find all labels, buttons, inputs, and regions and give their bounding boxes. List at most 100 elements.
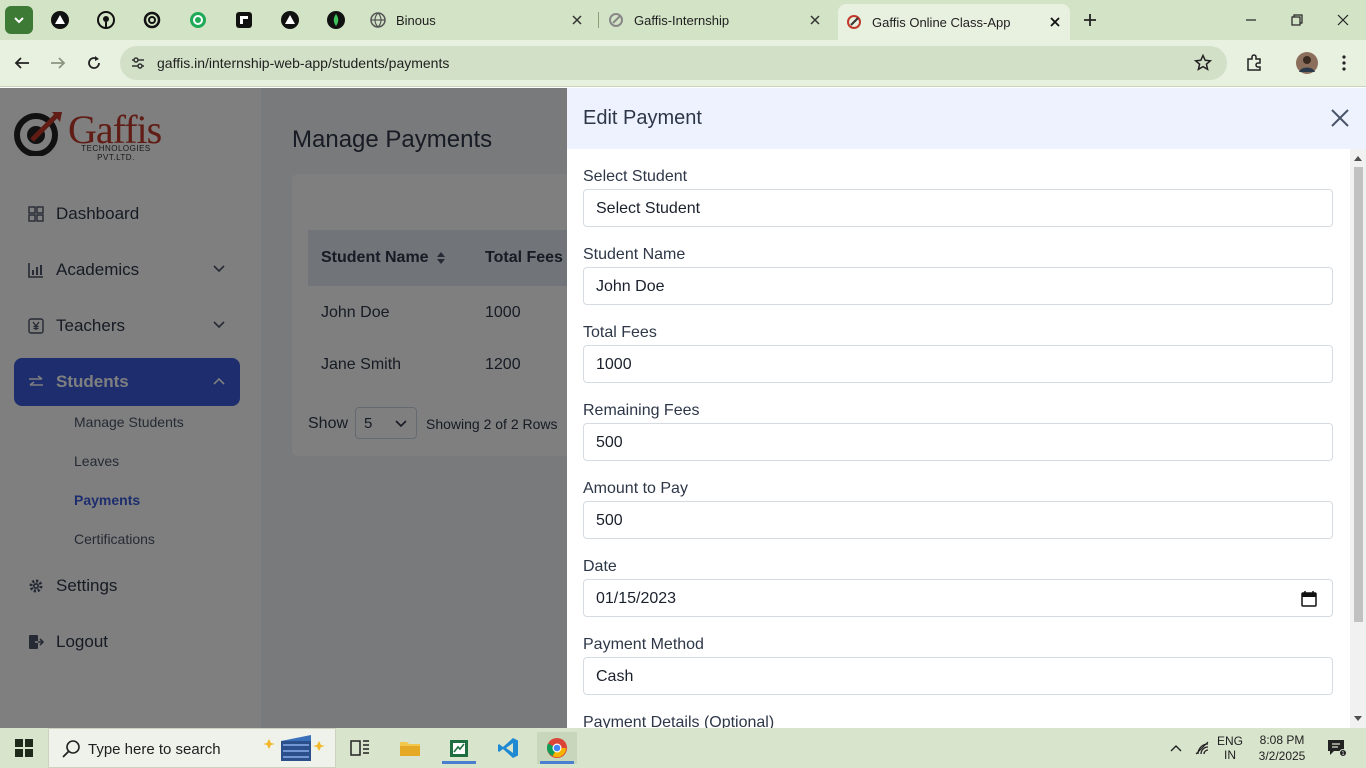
reload-icon [88,56,100,69]
pinned-tab-1[interactable] [48,8,72,32]
chart-app-icon [450,740,468,757]
drawer-header: Edit Payment [567,88,1366,149]
chrome-icon [546,738,567,758]
taskbar-search[interactable]: Type here to search [48,728,336,768]
profile-avatar[interactable] [1293,49,1321,77]
triangle-logo-icon [281,11,299,29]
student-name-field[interactable]: John Doe [583,267,1333,305]
triangle-logo-icon [51,11,69,29]
total-fees-field[interactable]: 1000 [583,345,1333,383]
scroll-down-arrow-icon[interactable] [1353,714,1363,724]
kebab-menu-icon [1342,55,1346,71]
site-info-icon[interactable] [128,53,148,73]
github-icon [97,11,115,29]
active-indicator [540,761,574,764]
amount-to-pay-label: Amount to Pay [583,480,688,497]
taskbar-app-vscode[interactable] [488,732,528,764]
plus-icon [1084,14,1096,26]
close-icon [1331,109,1349,127]
arrow-right-icon [51,57,66,69]
leaf-icon [327,11,345,29]
tab-gaffis-online-class-app[interactable]: Gaffis Online Class-App [838,4,1070,40]
scrollbar-thumb[interactable] [1354,167,1363,622]
tab-binous[interactable]: Binous [360,6,592,34]
taskbar-app-spreadsheet[interactable] [439,732,479,764]
target-icon [190,12,206,28]
windows-taskbar: Type here to search ENG IN 8:08 PM 3/2/2… [0,728,1366,768]
tab-close-icon[interactable] [570,13,584,27]
close-drawer-button[interactable] [1328,106,1352,130]
amount-to-pay-value: 500 [596,512,623,529]
drawer-title: Edit Payment [583,107,702,129]
select-student-label: Select Student [583,168,688,185]
browser-tab-strip: Binous Gaffis-Internship Gaffis Online C… [0,0,1366,40]
extensions-button[interactable] [1240,49,1268,77]
region-text: IN [1224,748,1236,762]
reload-button[interactable] [80,49,108,77]
tab-close-icon[interactable] [808,13,822,27]
calendar-icon[interactable] [1300,590,1318,608]
task-view-button[interactable] [340,732,380,764]
select-student-dropdown[interactable]: Select Student [583,189,1333,227]
puzzle-icon [1247,54,1261,71]
payment-method-field[interactable]: Cash [583,657,1333,695]
remaining-fees-field[interactable]: 500 [583,423,1333,461]
remaining-fees-value: 500 [596,434,623,451]
address-bar[interactable]: gaffis.in/internship-web-app/students/pa… [120,46,1227,80]
file-explorer-button[interactable] [390,732,430,764]
date-value: 01/15/2023 [596,590,677,607]
close-window-button[interactable] [1320,0,1366,40]
vscode-icon [498,738,518,758]
bookmark-star-icon[interactable] [1193,53,1213,73]
pinned-tab-5[interactable] [232,8,256,32]
restore-icon [1291,14,1303,26]
active-indicator [442,761,476,764]
pinned-tab-4[interactable] [186,8,210,32]
network-button[interactable] [1192,728,1214,768]
browser-menu-button[interactable] [1330,49,1358,77]
browser-toolbar: gaffis.in/internship-web-app/students/pa… [0,40,1366,87]
student-name-value: John Doe [596,278,665,295]
tab-gaffis-internship[interactable]: Gaffis-Internship [598,6,830,34]
app-root: Gaffis TECHNOLOGIES PVT.LTD. Dashboard A… [0,88,1366,728]
forward-button[interactable] [44,49,72,77]
back-button[interactable] [8,49,36,77]
modal-backdrop[interactable] [0,88,567,728]
taskbar-app-chrome[interactable] [537,732,577,764]
minimize-button[interactable] [1228,0,1274,40]
search-icon [61,739,81,759]
start-button[interactable] [4,732,44,764]
arrow-left-icon [14,57,29,69]
language-indicator[interactable]: ENG IN [1216,728,1244,768]
tab-title: Binous [396,12,436,28]
tab-title: Gaffis-Internship [634,12,730,28]
restore-button[interactable] [1274,0,1320,40]
tab-search-button[interactable] [5,6,33,34]
folder-icon [400,742,420,756]
url-text: gaffis.in/internship-web-app/students/pa… [157,55,450,71]
drawer-scrollbar[interactable] [1350,149,1366,728]
minimize-icon [1246,19,1256,21]
notifications-button[interactable]: 1 [1320,728,1354,768]
date-field[interactable]: 01/15/2023 [583,579,1333,617]
notification-icon: 1 [1328,740,1347,757]
task-view-icon [350,740,369,756]
gaffis-favicon-icon [608,12,624,28]
edit-payment-drawer: Edit Payment Select Student Select Stude… [567,88,1366,728]
select-student-value: Select Student [596,200,701,217]
pinned-tab-github[interactable] [94,8,118,32]
remaining-fees-label: Remaining Fees [583,402,700,419]
pinned-tab-6[interactable] [278,8,302,32]
language-text: ENG [1216,734,1243,748]
new-tab-button[interactable] [1076,6,1104,34]
clock-date: 3/2/2025 [1258,749,1306,763]
pinned-tab-3[interactable] [140,8,164,32]
pinned-tab-mongodb[interactable] [324,8,348,32]
wifi-icon [1195,741,1209,755]
scroll-up-arrow-icon[interactable] [1353,153,1363,163]
amount-to-pay-field[interactable]: 500 [583,501,1333,539]
tray-overflow-button[interactable] [1166,728,1186,768]
avatar-icon [1296,52,1318,74]
clock[interactable]: 8:08 PM 3/2/2025 [1250,728,1314,768]
tab-close-icon[interactable] [1048,15,1062,29]
